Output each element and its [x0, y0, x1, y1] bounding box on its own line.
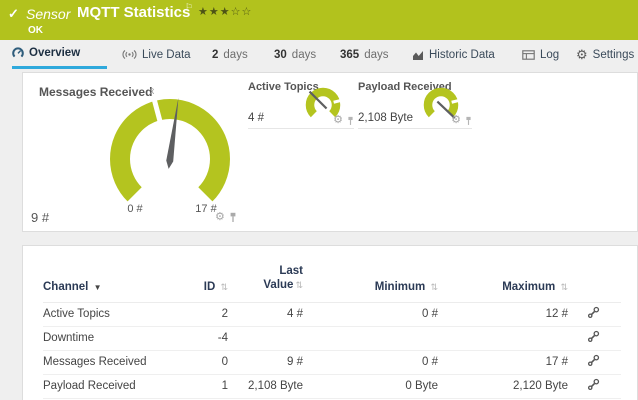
- tab-30-days[interactable]: 30 days: [274, 40, 316, 69]
- live-signal-icon: [122, 49, 137, 60]
- cell-channel: Downtime: [43, 332, 183, 344]
- column-header-channel[interactable]: Channel ▼: [43, 281, 183, 293]
- gauge-average-notch: [452, 100, 460, 102]
- mini-gauge-payload-received: Payload Received 2,108 Byte ⚙: [358, 79, 472, 129]
- channel-settings-wrench-icon[interactable]: [587, 354, 600, 367]
- mini-gauge-active-topics: Active Topics 4 # ⚙: [248, 79, 354, 129]
- column-header-last-value[interactable]: Last Value⇅: [228, 264, 303, 293]
- cell-maximum: 2,120 Byte: [438, 380, 568, 392]
- object-kind-label: Sensor: [26, 6, 70, 22]
- mini-gauge-value: 2,108 Byte: [358, 112, 413, 124]
- tab-historic-data-label: Historic Data: [429, 49, 495, 61]
- tab-settings-label: Settings: [593, 49, 635, 61]
- cell-id: 2: [183, 308, 228, 320]
- gauge-gear-icon[interactable]: ⚙: [215, 212, 225, 223]
- tab-bar: Overview Live Data 2 days 30 days 365 da…: [0, 40, 638, 71]
- tab-overview[interactable]: Overview: [12, 40, 107, 69]
- cell-last-value: 4 #: [228, 308, 303, 320]
- tab-settings[interactable]: ⚙ Settings: [576, 40, 634, 69]
- tab-365-days[interactable]: 365 days: [340, 40, 388, 69]
- sort-icon: ⇅: [295, 280, 303, 290]
- gear-icon: ⚙: [576, 48, 588, 61]
- cell-last-value: 2,108 Byte: [228, 380, 303, 392]
- table-header-row: Channel ▼ ID ⇅ Last Value⇅ Minimum ⇅ Max…: [43, 264, 621, 303]
- tab-log-label: Log: [540, 49, 559, 61]
- mini-gauge-pin-icon[interactable]: [465, 116, 472, 126]
- priority-flag-icon[interactable]: ⚐: [185, 2, 193, 13]
- table-row: Active Topics 2 4 # 0 # 12 #: [43, 303, 621, 327]
- tab-historic-data[interactable]: Historic Data: [412, 40, 495, 69]
- channel-table: Channel ▼ ID ⇅ Last Value⇅ Minimum ⇅ Max…: [23, 264, 637, 399]
- cell-maximum: 12 #: [438, 308, 568, 320]
- cell-channel: Payload Received: [43, 380, 183, 392]
- cell-channel: Messages Received: [43, 356, 183, 368]
- sort-icon: ⇅: [560, 282, 568, 292]
- sensor-status-bar: ✓ Sensor MQTT Statistics ⚐ ★★★☆☆ OK: [0, 0, 638, 40]
- column-header-minimum[interactable]: Minimum ⇅: [303, 281, 438, 293]
- cell-minimum: 0 #: [303, 356, 438, 368]
- column-header-maximum[interactable]: Maximum ⇅: [438, 281, 568, 293]
- gauge-icon: [12, 47, 24, 59]
- sensor-title: MQTT Statistics: [77, 4, 190, 21]
- tab-live-data-label: Live Data: [142, 49, 191, 61]
- cell-minimum: 0 #: [303, 308, 438, 320]
- channel-settings-wrench-icon[interactable]: [587, 378, 600, 391]
- gauge-current-value: 9 #: [31, 210, 49, 225]
- channel-settings-wrench-icon[interactable]: [587, 330, 600, 343]
- mini-gauge-pin-icon[interactable]: [347, 116, 354, 126]
- mini-gauge-value: 4 #: [248, 112, 264, 124]
- cell-id: 1: [183, 380, 228, 392]
- column-header-id[interactable]: ID ⇅: [183, 281, 228, 293]
- sort-icon: ⇅: [220, 282, 228, 292]
- tab-overview-label: Overview: [29, 47, 80, 59]
- cell-last-value: 9 #: [228, 356, 303, 368]
- cell-maximum: 17 #: [438, 356, 568, 368]
- table-row: Downtime -4: [43, 327, 621, 351]
- historic-chart-icon: [412, 50, 424, 60]
- mini-gauge-gear-icon[interactable]: ⚙: [451, 115, 461, 126]
- status-ok-check-icon: ✓: [8, 6, 19, 22]
- channel-table-panel: Channel ▼ ID ⇅ Last Value⇅ Minimum ⇅ Max…: [22, 245, 638, 400]
- messages-received-gauge: x̄: [75, 83, 265, 233]
- tab-live-data[interactable]: Live Data: [122, 40, 191, 69]
- table-row: Messages Received 0 9 # 0 # 17 #: [43, 351, 621, 375]
- sensor-status-text: OK: [28, 25, 43, 36]
- cell-id: -4: [183, 332, 228, 344]
- gauge-pin-icon[interactable]: [229, 212, 237, 223]
- gauge-average-notch: [334, 100, 342, 102]
- overview-gauges-panel: Messages Received x̄ 0 # 17 # 9 # ⚙ Acti…: [22, 72, 638, 232]
- gauge-scale-min: 0 #: [115, 203, 155, 215]
- cell-id: 0: [183, 356, 228, 368]
- log-list-icon: [522, 50, 535, 60]
- tab-log[interactable]: Log: [522, 40, 559, 69]
- tab-2-days[interactable]: 2 days: [212, 40, 248, 69]
- priority-stars-rating[interactable]: ★★★☆☆: [198, 5, 252, 18]
- channel-settings-wrench-icon[interactable]: [587, 306, 600, 319]
- sort-icon: ⇅: [430, 282, 438, 292]
- table-row: Payload Received 1 2,108 Byte 0 Byte 2,1…: [43, 375, 621, 399]
- gauge-average-label: x̄: [150, 86, 155, 96]
- mini-gauge-gear-icon[interactable]: ⚙: [333, 115, 343, 126]
- cell-channel: Active Topics: [43, 308, 183, 320]
- sorted-desc-icon: ▼: [94, 283, 102, 292]
- cell-minimum: 0 Byte: [303, 380, 438, 392]
